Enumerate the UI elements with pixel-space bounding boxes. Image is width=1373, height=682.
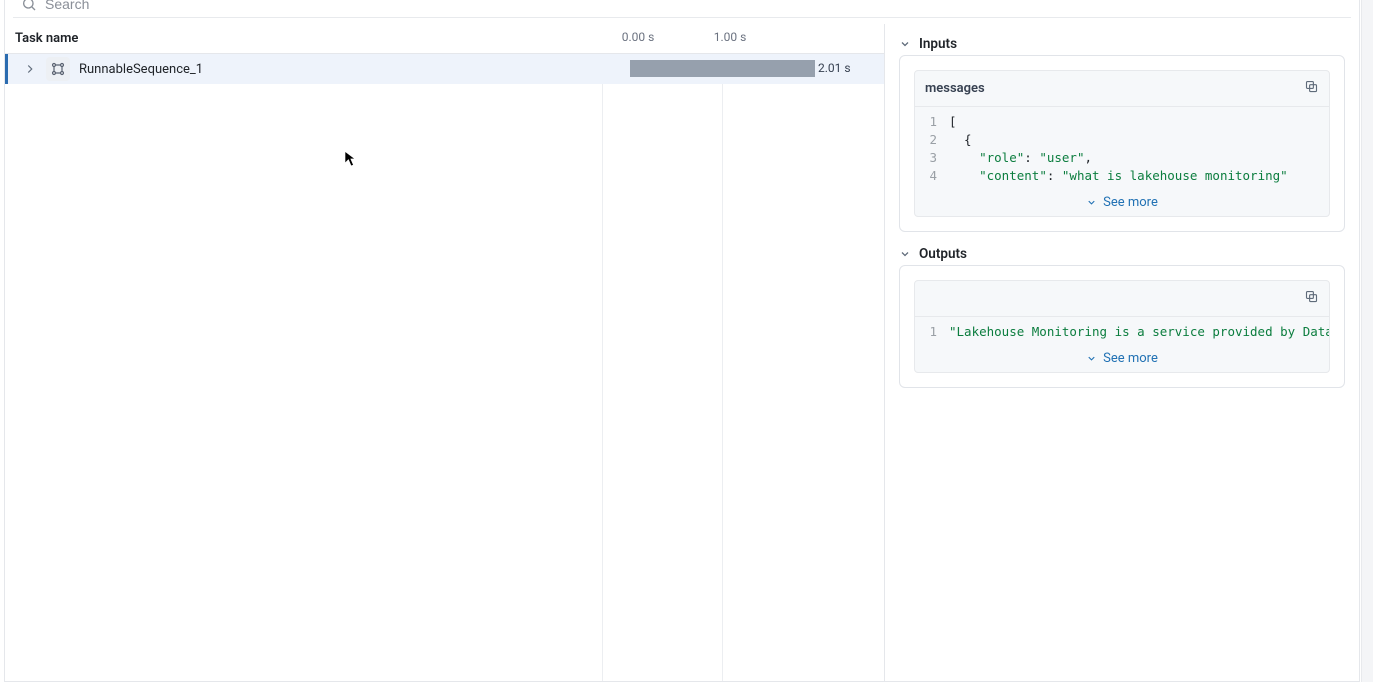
- inputs-block-title: messages: [925, 81, 985, 96]
- outputs-title: Outputs: [919, 246, 967, 262]
- inputs-code-block: messages 1[2 {3 "role": "user",4 "conten…: [914, 70, 1330, 217]
- chevron-down-icon: [899, 38, 911, 50]
- search-icon: [21, 0, 37, 12]
- details-pane: Inputs messages 1[2 {3 "role": "user",4 …: [885, 24, 1359, 681]
- gantt-bar: [630, 60, 815, 77]
- column-header-task-name: Task name: [5, 31, 602, 46]
- chain-icon: [46, 57, 70, 81]
- search-input[interactable]: [45, 0, 1343, 12]
- inputs-title: Inputs: [919, 36, 957, 52]
- task-row[interactable]: RunnableSequence_1 2.01 s: [5, 54, 884, 84]
- outputs-see-more[interactable]: See more: [915, 347, 1329, 372]
- chevron-down-icon: [1086, 197, 1097, 208]
- inputs-see-more[interactable]: See more: [915, 191, 1329, 216]
- copy-icon[interactable]: [1304, 289, 1319, 308]
- code-line: 3 "role": "user",: [915, 149, 1329, 167]
- code-line: 1"Lakehouse Monitoring is a service prov…: [915, 323, 1329, 341]
- chevron-down-icon: [1086, 353, 1097, 364]
- task-name-label: RunnableSequence_1: [79, 62, 203, 77]
- code-line: 4 "content": "what is lakehouse monitori…: [915, 167, 1329, 185]
- timeline-header: 0.00 s 1.00 s: [602, 24, 884, 53]
- chevron-down-icon: [899, 248, 911, 260]
- inputs-section-toggle[interactable]: Inputs: [899, 36, 1345, 52]
- outputs-section-toggle[interactable]: Outputs: [899, 246, 1345, 262]
- copy-icon[interactable]: [1304, 79, 1319, 98]
- expand-icon[interactable]: [23, 62, 37, 76]
- code-line: 2 {: [915, 131, 1329, 149]
- task-duration-label: 2.01 s: [818, 61, 851, 75]
- tick-0: 0.00 s: [622, 30, 655, 44]
- outputs-code-block: 1"Lakehouse Monitoring is a service prov…: [914, 280, 1330, 373]
- scrollbar[interactable]: [1361, 0, 1373, 682]
- tick-1: 1.00 s: [714, 30, 747, 44]
- code-line: 1[: [915, 113, 1329, 131]
- trace-timeline-pane: Task name 0.00 s 1.00 s: [5, 24, 885, 681]
